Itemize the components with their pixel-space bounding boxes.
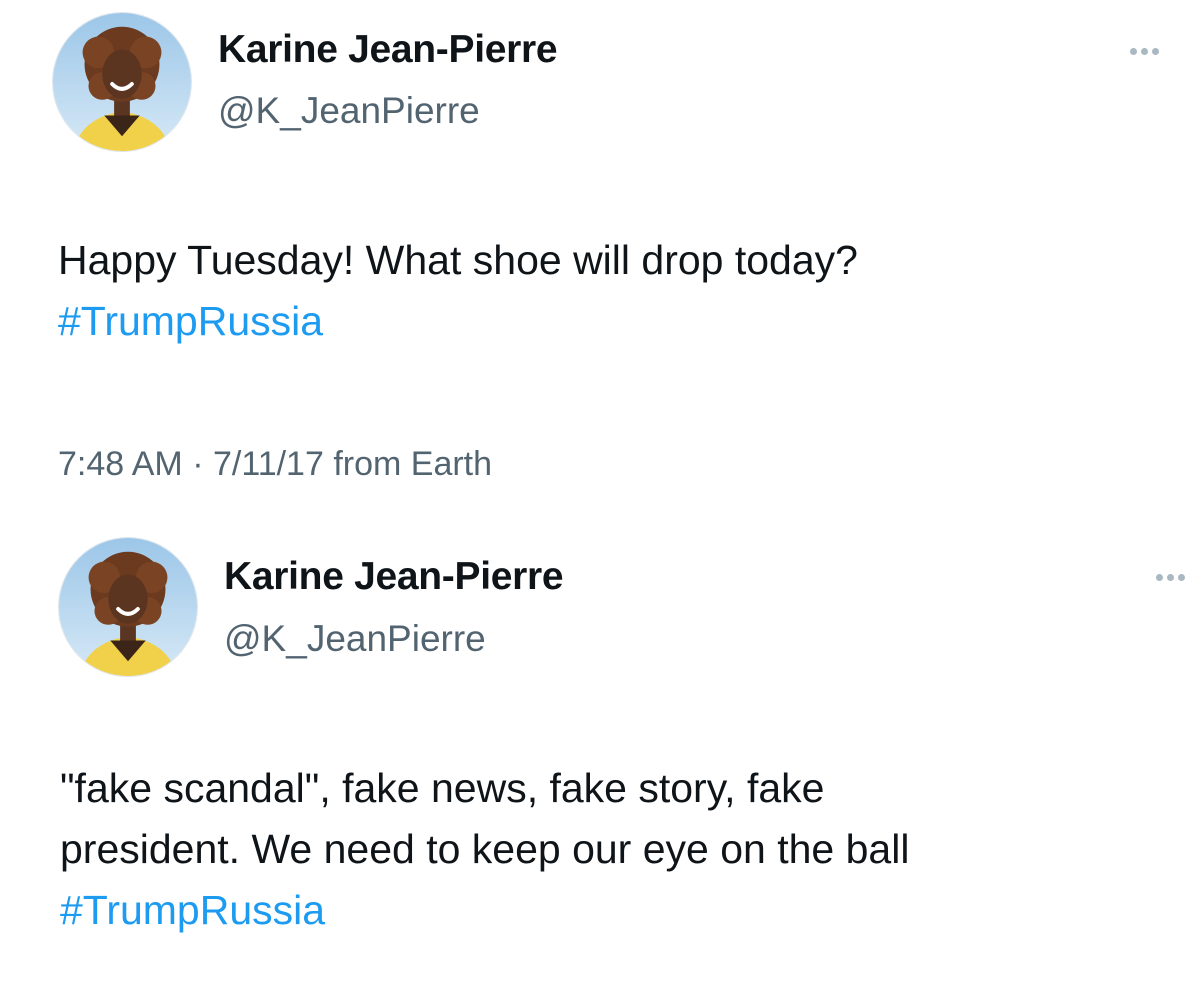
tweet[interactable]: Karine Jean-Pierre @K_JeanPierre "fake s… [0, 520, 1200, 1004]
dot [1152, 48, 1159, 55]
tweet-text-line: "fake scandal", fake news, fake story, f… [60, 765, 825, 811]
profile-photo-icon [59, 538, 197, 676]
tweet-text-line: Happy Tuesday! What shoe will drop today… [58, 237, 858, 283]
dot [1141, 48, 1148, 55]
avatar[interactable] [52, 12, 192, 152]
tweet-timestamp[interactable]: 7:48 AM · 7/11/17 from Earth [58, 445, 492, 484]
dot [1156, 574, 1163, 581]
avatar[interactable] [58, 537, 198, 677]
author-name[interactable]: Karine Jean-Pierre [218, 28, 558, 72]
dot [1167, 574, 1174, 581]
dot [1130, 48, 1137, 55]
author-name[interactable]: Karine Jean-Pierre [224, 555, 564, 599]
tweet[interactable]: Karine Jean-Pierre @K_JeanPierre Happy T… [0, 0, 1200, 520]
tweet-text: "fake scandal", fake news, fake story, f… [60, 758, 909, 941]
hashtag-link[interactable]: #TrumpRussia [60, 880, 909, 941]
profile-photo-icon [53, 13, 191, 151]
dot [1178, 574, 1185, 581]
tweet-text-line: president. We need to keep our eye on th… [60, 826, 910, 872]
author-handle[interactable]: @K_JeanPierre [224, 618, 486, 660]
more-dots-icon[interactable] [1156, 574, 1185, 581]
author-handle[interactable]: @K_JeanPierre [218, 90, 480, 132]
more-dots-icon[interactable] [1130, 48, 1159, 55]
tweet-text: Happy Tuesday! What shoe will drop today… [58, 230, 858, 352]
hashtag-link[interactable]: #TrumpRussia [58, 291, 858, 352]
